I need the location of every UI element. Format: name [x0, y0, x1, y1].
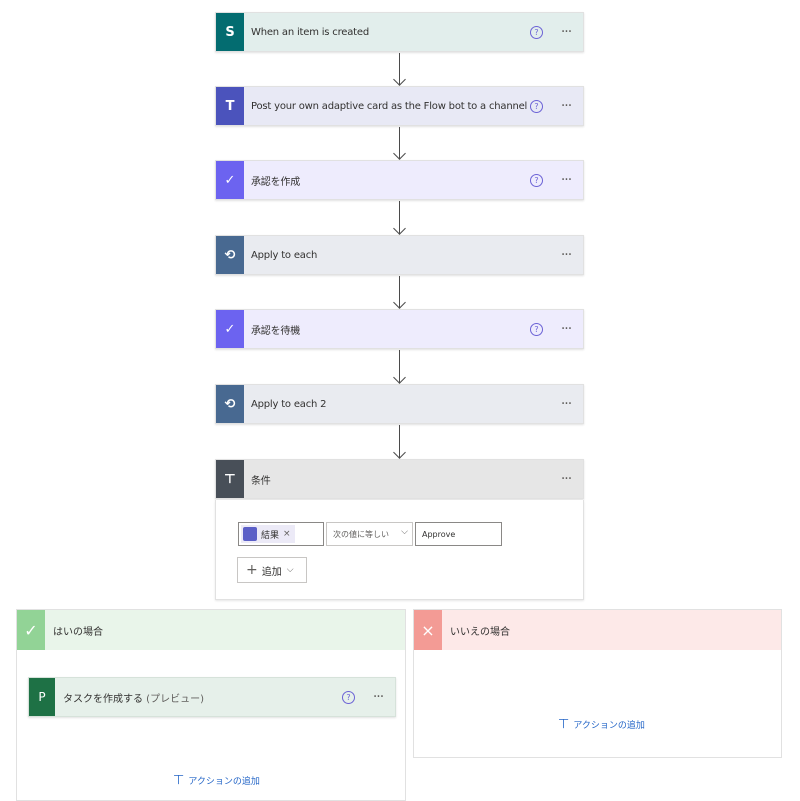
token-label: 結果 [261, 530, 280, 541]
step-title: タスクを作成する (プレビュー) [55, 690, 342, 705]
sharepoint-icon: S [216, 13, 244, 51]
more-options-icon[interactable]: ··· [555, 321, 577, 337]
chevron-down-icon: ⌵ [286, 565, 294, 575]
close-icon: × [414, 610, 442, 650]
chevron-down-icon: ⌵ [401, 527, 408, 537]
step-title: 承認を待機 [251, 325, 300, 337]
step-title: 承認を作成 [251, 176, 300, 188]
add-action-icon: ⊤ [558, 717, 570, 732]
connector-arrow-icon [393, 296, 406, 309]
more-options-icon[interactable]: ··· [367, 689, 389, 705]
no-branch: × いいえの場合 [413, 609, 782, 758]
approvals-icon: ✓ [216, 161, 244, 199]
yes-branch-title: はいの場合 [53, 626, 103, 638]
loop-icon: ⟲ [216, 236, 244, 274]
more-options-icon[interactable]: ··· [555, 247, 577, 263]
add-action-button[interactable]: ⊤ アクションの追加 [173, 773, 260, 788]
step-title-preview: (プレビュー) [143, 693, 204, 705]
teams-icon: T [216, 87, 244, 125]
help-icon[interactable]: ? [530, 99, 543, 113]
flow-step[interactable]: S When an item is created? ··· [215, 12, 584, 52]
connector-arrow-icon [393, 446, 406, 459]
flow-step[interactable]: ✓ 承認を待機? ··· [215, 309, 584, 349]
planner-icon: P [29, 678, 55, 716]
dynamic-content-token[interactable]: 結果 × [241, 525, 295, 543]
approvals-icon: ✓ [216, 310, 244, 348]
add-action-button[interactable]: ⊤ アクションの追加 [558, 717, 645, 732]
add-row-button[interactable]: + 追加 ⌵ [237, 557, 307, 583]
flow-step[interactable]: T Post your own adaptive card as the Flow… [215, 86, 584, 126]
help-icon[interactable]: ? [530, 25, 543, 39]
connector-arrow-icon [393, 371, 406, 384]
condition-body [215, 500, 584, 600]
check-icon: ✓ [17, 610, 45, 650]
token-remove-icon[interactable]: × [283, 529, 291, 539]
more-options-icon[interactable]: ··· [555, 98, 577, 114]
condition-value: Approve [422, 529, 456, 539]
condition-left-operand[interactable]: 結果 × [238, 522, 324, 546]
add-action-label: アクションの追加 [573, 721, 645, 731]
loop-icon: ⟲ [216, 385, 244, 423]
connector-arrow-icon [393, 147, 406, 160]
step-create-task[interactable]: P タスクを作成する (プレビュー) ? ··· [28, 677, 396, 717]
flow-step[interactable]: ✓ 承認を作成? ··· [215, 160, 584, 200]
condition-icon: ⊤ [216, 460, 244, 498]
add-action-label: アクションの追加 [188, 777, 260, 787]
operator-select[interactable]: 次の値に等しい ⌵ [326, 522, 413, 546]
help-icon[interactable]: ? [342, 690, 355, 704]
step-title-main: タスクを作成する [63, 693, 143, 705]
step-title: Apply to each [251, 249, 318, 261]
help-icon[interactable]: ? [530, 322, 543, 336]
step-title: Post your own adaptive card as the Flow … [251, 100, 528, 112]
more-options-icon[interactable]: ··· [555, 24, 577, 40]
step-title: When an item is created [251, 26, 369, 38]
yes-branch-header[interactable]: ✓ はいの場合 [17, 610, 405, 650]
condition-value-input[interactable]: Approve [415, 522, 502, 546]
connector-arrow-icon [393, 222, 406, 235]
more-options-icon[interactable]: ··· [555, 471, 577, 487]
add-action-icon: ⊤ [173, 773, 185, 788]
approvals-icon [243, 527, 257, 541]
flow-step[interactable]: ⊤ 条件 ··· [215, 459, 584, 499]
add-label: 追加 [261, 566, 282, 578]
no-branch-header[interactable]: × いいえの場合 [414, 610, 781, 650]
step-title: 条件 [251, 475, 271, 487]
help-icon[interactable]: ? [530, 173, 543, 187]
flow-step[interactable]: ⟲ Apply to each ··· [215, 235, 584, 275]
more-options-icon[interactable]: ··· [555, 396, 577, 412]
operator-value: 次の値に等しい [333, 529, 389, 539]
step-title: Apply to each 2 [251, 398, 327, 410]
plus-icon: + [246, 562, 258, 578]
no-branch-title: いいえの場合 [450, 626, 510, 638]
connector-arrow-icon [393, 73, 406, 86]
flow-step[interactable]: ⟲ Apply to each 2 ··· [215, 384, 584, 424]
more-options-icon[interactable]: ··· [555, 172, 577, 188]
